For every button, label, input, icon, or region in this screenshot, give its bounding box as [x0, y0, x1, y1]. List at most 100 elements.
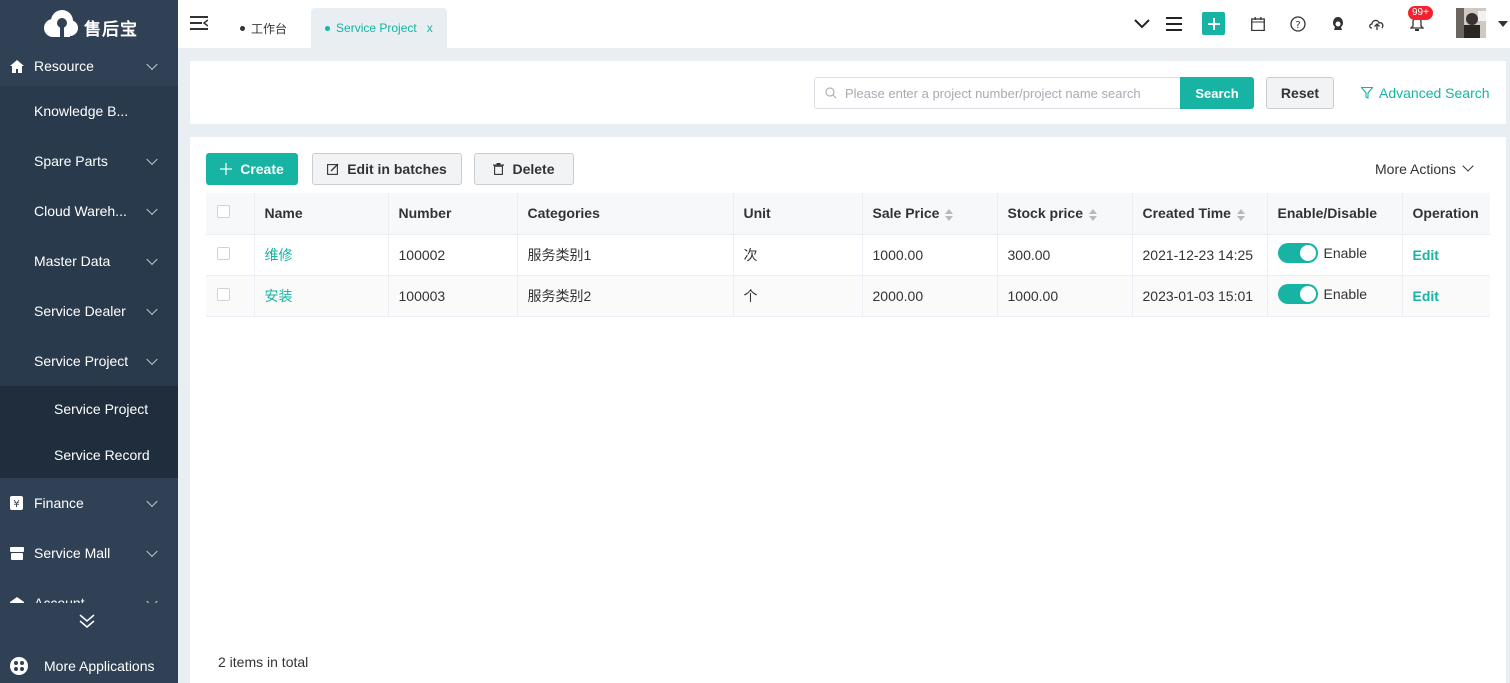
sidebar-item-knowledge-base[interactable]: Knowledge B... [0, 86, 178, 136]
edit-link[interactable]: Edit [1413, 288, 1439, 304]
sort-icon[interactable] [1088, 208, 1097, 221]
delete-label: Delete [512, 161, 555, 177]
sidebar-item-label: Spare Parts [34, 153, 108, 169]
project-name-link[interactable]: 安装 [265, 288, 293, 304]
sidebar-item-cloud-warehouse[interactable]: Cloud Wareh... [0, 186, 178, 236]
toggle-switch[interactable] [1277, 243, 1318, 263]
svg-text:¥: ¥ [13, 499, 19, 510]
cloud-upload-icon[interactable] [1368, 14, 1386, 34]
menu-list-icon[interactable] [1166, 14, 1182, 34]
apps-icon [10, 657, 28, 675]
sidebar-group-finance[interactable]: ¥ Finance [0, 478, 178, 528]
column-header-label: Created Time [1142, 205, 1231, 222]
close-icon[interactable]: x [427, 21, 433, 35]
customer-service-icon[interactable] [1330, 14, 1346, 34]
mall-icon [10, 546, 26, 560]
sidebar-subitem-service-record[interactable]: Service Record [0, 432, 178, 478]
reset-button[interactable]: Reset [1266, 77, 1334, 109]
sidebar-item-service-project[interactable]: Service Project [0, 336, 178, 386]
chevron-down-icon[interactable] [1134, 14, 1150, 34]
tab-dot [325, 25, 331, 31]
brand-logo[interactable]: 售后宝 [0, 0, 178, 46]
sort-icon[interactable] [945, 208, 954, 221]
created-time: 2023-01-03 15:01 [1132, 275, 1268, 317]
tab-workbench[interactable]: 工作台 [226, 8, 301, 48]
calendar-icon[interactable] [1251, 14, 1265, 34]
enable-toggle[interactable]: Enable [1277, 243, 1368, 263]
sidebar-item-label: Service Project [34, 353, 129, 369]
search-input[interactable]: Please enter a project number/project na… [814, 77, 1181, 109]
search-button[interactable]: Search [1180, 77, 1254, 109]
brand-name: 售后宝 [84, 19, 138, 40]
tab-label: Service Project [336, 21, 417, 35]
project-category: 服务类别1 [517, 234, 734, 276]
column-header: Unit [733, 193, 863, 235]
chevron-down-icon [146, 545, 158, 558]
project-unit: 次 [733, 234, 863, 276]
edit-in-batches-button[interactable]: Edit in batches [312, 153, 462, 185]
chevron-down-icon [1462, 160, 1474, 172]
sidebar-item-label: Cloud Wareh... [34, 203, 127, 219]
column-header: Number [388, 193, 518, 235]
column-header-sortable[interactable]: Sale Price [862, 193, 998, 235]
toggle-switch[interactable] [1277, 284, 1318, 304]
column-header-label: Stock price [1007, 205, 1083, 222]
sidebar-footer: More Applications [0, 603, 178, 683]
create-button[interactable]: Create [206, 153, 298, 185]
column-header-sortable[interactable]: Stock price [997, 193, 1133, 235]
sale-price: 1000.00 [862, 234, 998, 276]
sort-icon[interactable] [1236, 208, 1245, 221]
double-chevron-down-icon[interactable] [78, 613, 96, 629]
edit-icon [327, 163, 339, 175]
row-select-cell [206, 234, 255, 276]
avatar[interactable] [1456, 8, 1486, 38]
project-name-link[interactable]: 维修 [265, 247, 293, 263]
delete-button[interactable]: Delete [474, 153, 574, 185]
project-table: Name Number Categories Unit Sale Price S… [206, 193, 1490, 317]
table-header-row: Name Number Categories Unit Sale Price S… [206, 193, 1490, 235]
enable-toggle[interactable]: Enable [1277, 284, 1367, 304]
sidebar-subitem-service-project[interactable]: Service Project [0, 386, 178, 432]
column-header-sortable[interactable]: Created Time [1132, 193, 1268, 235]
help-icon[interactable]: ? [1290, 14, 1306, 34]
search-panel: Please enter a project number/project na… [190, 61, 1506, 124]
row-select-cell [206, 275, 255, 317]
tab-service-project[interactable]: Service Project x [311, 8, 447, 48]
select-all-checkbox[interactable] [217, 205, 230, 219]
more-applications-button[interactable]: More Applications [10, 657, 155, 675]
service-project-submenu: Service Project Service Record [0, 386, 178, 478]
collapse-menu-icon[interactable] [190, 16, 208, 30]
chevron-down-icon [146, 495, 158, 508]
column-header: Enable/Disable [1267, 193, 1403, 235]
more-actions-dropdown[interactable]: More Actions [1375, 160, 1474, 177]
resource-submenu: Knowledge B... Spare Parts Cloud Wareh..… [0, 86, 178, 478]
edit-link[interactable]: Edit [1413, 247, 1439, 263]
sale-price: 2000.00 [862, 275, 998, 317]
caret-down-icon[interactable] [1498, 14, 1508, 34]
sidebar-group-resource[interactable]: Resource [0, 46, 178, 86]
sidebar-item-master-data[interactable]: Master Data [0, 236, 178, 286]
add-icon[interactable] [1202, 12, 1225, 35]
toggle-label: Enable [1323, 245, 1368, 261]
search-placeholder: Please enter a project number/project na… [845, 85, 1141, 101]
tab-bar: 工作台 Service Project x [226, 0, 447, 48]
column-header: Name [254, 193, 389, 235]
project-category: 服务类别2 [517, 275, 734, 317]
advanced-search-button[interactable]: Advanced Search [1361, 85, 1490, 101]
chevron-down-icon [146, 153, 158, 166]
sidebar-group-label: Finance [34, 495, 84, 511]
search-icon [825, 87, 837, 99]
sidebar-item-spare-parts[interactable]: Spare Parts [0, 136, 178, 186]
stock-price: 300.00 [997, 234, 1133, 276]
chevron-down-icon [146, 203, 158, 216]
edit-in-batches-label: Edit in batches [347, 161, 447, 177]
project-unit: 个 [733, 275, 863, 317]
sidebar-item-label: Master Data [34, 253, 111, 269]
sidebar-group-service-mall[interactable]: Service Mall [0, 528, 178, 578]
row-checkbox[interactable] [217, 246, 230, 260]
stock-price: 1000.00 [997, 275, 1133, 317]
created-time: 2021-12-23 14:25 [1132, 234, 1268, 276]
sidebar-item-service-dealer[interactable]: Service Dealer [0, 286, 178, 336]
chevron-down-icon [146, 58, 158, 71]
row-checkbox[interactable] [217, 287, 230, 301]
